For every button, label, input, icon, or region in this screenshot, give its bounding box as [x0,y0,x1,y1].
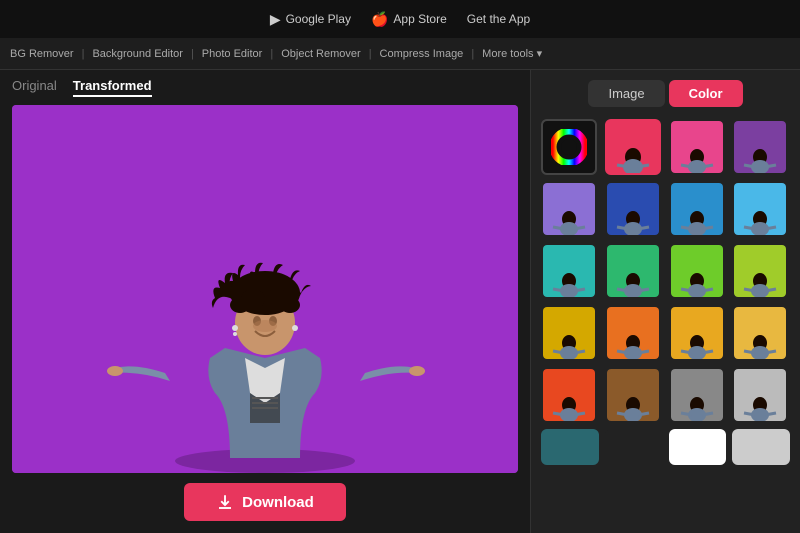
swatch-yellow-green[interactable] [732,243,788,299]
swatch-orange[interactable] [605,305,661,361]
sub-nav-bg-remover[interactable]: BG Remover [10,48,74,60]
app-store-label: App Store [393,12,446,26]
swatch-light-blue[interactable] [732,181,788,237]
google-play-label: Google Play [286,12,351,26]
color-wheel-icon [551,129,587,165]
main-layout: Original Transformed [0,70,800,533]
toggle-bar: Image Color [541,80,790,107]
tab-transformed[interactable]: Transformed [73,78,152,97]
swatch-gray[interactable] [669,367,725,423]
partial-swatch-dark[interactable] [605,429,663,465]
swatch-lavender[interactable] [541,181,597,237]
swatch-light-gray[interactable] [732,367,788,423]
sub-nav-compress[interactable]: Compress Image [380,48,464,60]
tabs: Original Transformed [12,78,518,97]
swatch-cyan-blue[interactable] [669,181,725,237]
swatch-orange-yellow[interactable] [732,305,788,361]
sub-nav: BG Remover | Background Editor | Photo E… [0,38,800,70]
color-toggle-button[interactable]: Color [669,80,743,107]
swatch-amber[interactable] [669,305,725,361]
download-button[interactable]: Download [184,483,346,521]
swatch-green[interactable] [605,243,661,299]
right-panel: Image Color [530,70,800,533]
swatch-red[interactable] [605,119,661,175]
bottom-swatches [541,429,790,465]
swatch-orange-red[interactable] [541,367,597,423]
apple-icon: 🍎 [371,11,388,28]
color-grid [541,119,790,423]
image-toggle-button[interactable]: Image [588,80,664,107]
left-panel: Original Transformed [0,70,530,533]
partial-swatch-dark-teal[interactable] [541,429,599,465]
swatch-brown[interactable] [605,367,661,423]
swatch-gold[interactable] [541,305,597,361]
swatch-pink[interactable] [669,119,725,175]
swatch-teal[interactable] [541,243,597,299]
partial-swatch-white[interactable] [669,429,727,465]
person-svg [105,193,425,473]
tab-original[interactable]: Original [12,78,57,97]
swatch-purple-dark[interactable] [732,119,788,175]
sub-nav-bg-editor[interactable]: Background Editor [92,48,183,60]
get-app-link[interactable]: Get the App [467,12,530,26]
download-area: Download [12,483,518,521]
sub-nav-photo-editor[interactable]: Photo Editor [202,48,263,60]
top-bar: ▶ Google Play 🍎 App Store Get the App [0,0,800,38]
sub-nav-more[interactable]: More tools ▾ [482,47,542,60]
swatch-blue-dark[interactable] [605,181,661,237]
swatch-lime-green[interactable] [669,243,725,299]
get-app-label: Get the App [467,12,530,26]
partial-swatch-light-gray[interactable] [732,429,790,465]
image-container [12,105,518,473]
download-label: Download [242,494,314,511]
sub-nav-object-remover[interactable]: Object Remover [281,48,360,60]
color-wheel-swatch[interactable] [541,119,597,175]
download-icon [216,493,234,511]
app-store-link[interactable]: 🍎 App Store [371,11,447,28]
google-play-link[interactable]: ▶ Google Play [270,11,351,28]
google-play-icon: ▶ [270,11,281,28]
